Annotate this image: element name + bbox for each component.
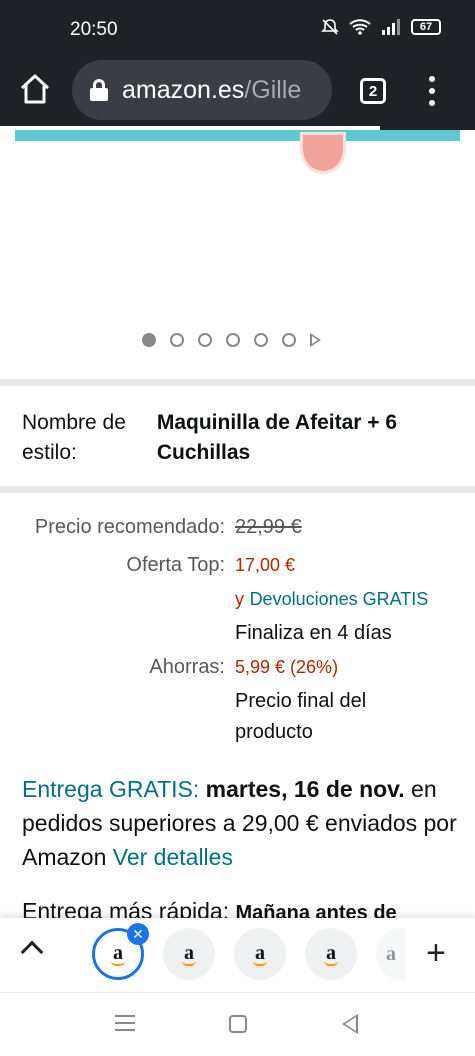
deal-ends-row: Finaliza en 4 días <box>0 616 475 650</box>
product-image-edge <box>15 130 460 141</box>
tab-favicon[interactable]: a <box>163 928 215 980</box>
home-icon[interactable] <box>18 72 52 106</box>
recommended-price-value: 22,99 € <box>235 516 302 538</box>
url-host: amazon.es <box>122 75 245 104</box>
tab-favicon[interactable]: a <box>376 928 406 980</box>
section-divider <box>0 486 475 493</box>
wifi-icon <box>349 19 371 35</box>
amazon-favicon-icon: a <box>386 943 396 965</box>
recommended-price-label: Precio recomendado: <box>34 516 225 538</box>
close-tab-icon[interactable]: ✕ <box>127 923 149 945</box>
savings-value: 5,99 € (26%) <box>235 657 339 677</box>
deal-ends-text: Finaliza en 4 días <box>235 622 392 644</box>
amazon-favicon-icon: a <box>184 941 194 964</box>
section-divider <box>0 379 475 386</box>
carousel-dot[interactable] <box>170 333 184 347</box>
video-play-icon[interactable] <box>310 333 321 347</box>
carousel-dot[interactable] <box>142 333 156 347</box>
tabs-icon[interactable]: 2 <box>360 78 386 104</box>
battery-icon: 67 <box>411 19 441 35</box>
tab-favicon[interactable]: a <box>234 928 286 980</box>
final-price-text: Precio final del producto <box>235 690 367 743</box>
faster-delivery: Entrega más rápida: Mañana antes de <box>22 894 475 920</box>
overflow-menu-icon[interactable] <box>424 76 440 106</box>
free-returns-link[interactable]: Devoluciones GRATIS <box>250 589 429 609</box>
savings-row: Ahorras: 5,99 € (26%) <box>0 650 475 684</box>
status-bar: 20:50 67 <box>0 0 475 58</box>
product-image-detail <box>300 132 346 174</box>
carousel-dot[interactable] <box>254 333 268 347</box>
status-time: 20:50 <box>70 19 118 40</box>
system-nav-bar <box>0 992 475 1056</box>
tab-favicon-active[interactable]: a ✕ <box>92 923 149 980</box>
url-text: amazon.es/Gille <box>122 76 301 105</box>
chevron-up-icon[interactable] <box>20 940 44 964</box>
url-bar[interactable]: amazon.es/Gille <box>72 60 332 120</box>
savings-label: Ahorras: <box>149 656 225 678</box>
style-label: Nombre de estilo: <box>22 411 126 464</box>
offer-price-label: Oferta Top: <box>126 554 225 576</box>
recents-icon[interactable] <box>115 1015 135 1031</box>
lock-icon <box>90 79 108 101</box>
amazon-favicon-icon: a <box>255 941 265 964</box>
returns-row: y Devoluciones GRATIS <box>0 582 475 616</box>
style-name-row[interactable]: Nombre de estilo: Maquinilla de Afeitar … <box>22 408 462 468</box>
carousel-dot[interactable] <box>282 333 296 347</box>
home-nav-icon[interactable] <box>229 1015 247 1033</box>
mute-bell-icon <box>321 19 339 35</box>
returns-prefix: y <box>235 589 244 609</box>
browser-chrome: 20:50 67 amazon.es/Gille 2 <box>0 0 475 130</box>
offer-price-row: Oferta Top: 17,00 € <box>0 548 475 582</box>
carousel-dot[interactable] <box>198 333 212 347</box>
delivery-info: Entrega GRATIS: martes, 16 de nov. en pe… <box>22 772 462 874</box>
new-tab-icon[interactable]: + <box>426 936 446 970</box>
tab-favicon[interactable]: a <box>305 928 357 980</box>
browser-toolbar: amazon.es/Gille 2 <box>0 58 475 128</box>
url-path: /Gille <box>244 75 302 104</box>
final-price-row: Precio final del producto <box>0 686 475 748</box>
recommended-price-row: Precio recomendado: 22,99 € <box>0 510 475 544</box>
faster-delivery-label: Entrega más rápida: <box>22 898 230 920</box>
carousel-dot[interactable] <box>226 333 240 347</box>
price-block: Precio recomendado: 22,99 € Oferta Top: … <box>0 510 475 748</box>
amazon-favicon-icon: a <box>326 941 336 964</box>
see-details-link[interactable]: Ver detalles <box>113 844 233 870</box>
status-icons: 67 <box>321 18 441 36</box>
tab-strip: a ✕ a a a a + <box>0 918 475 992</box>
carousel-indicators[interactable] <box>142 333 321 347</box>
back-icon[interactable] <box>342 1014 358 1034</box>
signal-icon <box>382 19 400 35</box>
free-delivery-label: Entrega GRATIS: <box>22 776 200 802</box>
amazon-favicon-icon: a <box>113 941 123 964</box>
delivery-date: martes, 16 de nov. <box>205 776 405 802</box>
style-value: Maquinilla de Afeitar + 6 Cuchillas <box>156 411 398 464</box>
offer-price-value: 17,00 € <box>235 555 296 575</box>
